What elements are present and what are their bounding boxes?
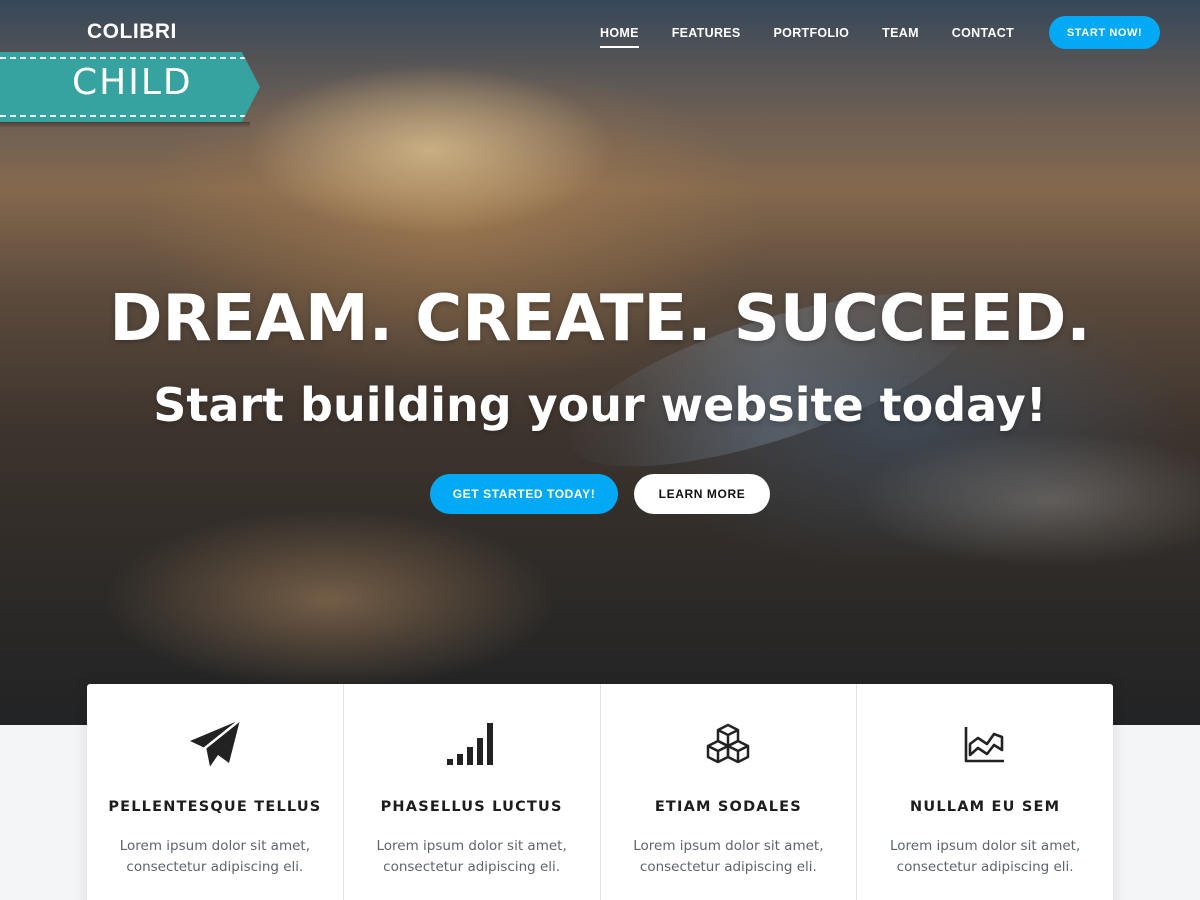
nav-features[interactable]: FEATURES <box>672 18 741 48</box>
child-ribbon: CHILD <box>0 52 260 122</box>
feature-text-line: Lorem ipsum dolor sit amet, <box>376 838 567 854</box>
feature-card: ETIAM SODALES Lorem ipsum dolor sit amet… <box>601 684 858 900</box>
hero-buttons: GET STARTED TODAY! LEARN MORE <box>430 474 770 514</box>
nav-team[interactable]: TEAM <box>882 18 919 48</box>
feature-text-line: Lorem ipsum dolor sit amet, <box>633 838 824 854</box>
feature-title: NULLAM EU SEM <box>910 799 1061 815</box>
feature-card: PHASELLUS LUCTUS Lorem ipsum dolor sit a… <box>344 684 601 900</box>
nav-home[interactable]: HOME <box>600 18 639 48</box>
feature-text-line: Lorem ipsum dolor sit amet, <box>889 838 1081 854</box>
signal-bars-icon <box>442 714 502 774</box>
ribbon-label: CHILD <box>72 62 193 103</box>
hero-subtitle: Start building your website today! <box>153 378 1047 432</box>
learn-more-button[interactable]: LEARN MORE <box>634 474 770 514</box>
feature-description: Lorem ipsum dolor sit amet, consectetur … <box>364 836 580 878</box>
feature-text-line: consectetur adipiscing eli. <box>126 859 304 875</box>
paper-plane-icon <box>185 714 245 774</box>
feature-card: PELLENTESQUE TELLUS Lorem ipsum dolor si… <box>87 684 344 900</box>
feature-text-line: consectetur adipiscing eli. <box>896 859 1074 875</box>
feature-card: NULLAM EU SEM Lorem ipsum dolor sit amet… <box>857 684 1113 900</box>
main-nav: HOME FEATURES PORTFOLIO TEAM CONTACT STA… <box>600 16 1161 49</box>
feature-description: Lorem ipsum dolor sit amet, consectetur … <box>107 836 323 878</box>
feature-title: ETIAM SODALES <box>654 799 802 815</box>
feature-text-line: consectetur adipiscing eli. <box>383 859 561 875</box>
feature-title: PELLENTESQUE TELLUS <box>108 799 322 815</box>
feature-description: Lorem ipsum dolor sit amet, consectetur … <box>621 836 837 878</box>
features-section: PELLENTESQUE TELLUS Lorem ipsum dolor si… <box>87 684 1113 900</box>
nav-portfolio[interactable]: PORTFOLIO <box>774 18 850 48</box>
site-logo[interactable]: COLIBRI <box>87 20 177 44</box>
feature-title: PHASELLUS LUCTUS <box>380 799 563 815</box>
start-now-button[interactable]: START NOW! <box>1049 16 1161 49</box>
feature-text-line: Lorem ipsum dolor sit amet, <box>119 838 310 854</box>
feature-text-line: consectetur adipiscing eli. <box>639 859 817 875</box>
area-chart-icon <box>955 714 1015 774</box>
nav-contact[interactable]: CONTACT <box>952 18 1014 48</box>
hero-title: DREAM. CREATE. SUCCEED. <box>109 282 1091 356</box>
ribbon-shadow <box>0 122 250 128</box>
get-started-button[interactable]: GET STARTED TODAY! <box>430 474 618 514</box>
cubes-icon <box>698 714 758 774</box>
feature-description: Lorem ipsum dolor sit amet, consectetur … <box>877 836 1093 878</box>
